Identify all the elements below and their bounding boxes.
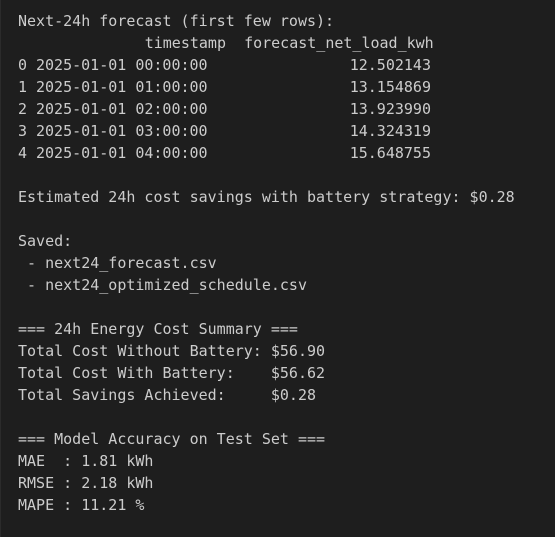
row-index: 3: [18, 122, 28, 140]
row-value: 14.324319: [349, 122, 431, 140]
table-row: 3 2025-01-01 03:00:00 14.324319: [18, 120, 555, 142]
accuracy-rmse: RMSE : 2.18 kWh: [18, 474, 154, 492]
cost-without-battery: Total Cost Without Battery: $56.90: [18, 342, 326, 360]
total-savings: Total Savings Achieved: $0.28: [18, 386, 317, 404]
row-index: 4: [18, 144, 28, 162]
saved-label: Saved:: [18, 232, 73, 250]
cost-with-battery: Total Cost With Battery: $56.62: [18, 364, 326, 382]
row-timestamp: 2025-01-01 04:00:00: [36, 144, 208, 162]
table-column-timestamp: timestamp: [144, 34, 226, 52]
table-column-spacer: [226, 32, 244, 54]
row-timestamp: 2025-01-01 03:00:00: [36, 122, 208, 140]
terminal-output: Next-24h forecast (first few rows): time…: [0, 0, 555, 537]
row-timestamp: 2025-01-01 01:00:00: [36, 78, 208, 96]
row-value: 13.923990: [349, 100, 431, 118]
table-row: 0 2025-01-01 00:00:00 12.502143: [18, 54, 555, 76]
table-row: 2 2025-01-01 02:00:00 13.923990: [18, 98, 555, 120]
accuracy-mae: MAE : 1.81 kWh: [18, 452, 154, 470]
table-column-forecast: forecast_net_load_kwh: [244, 34, 434, 52]
row-value: 13.154869: [349, 78, 431, 96]
table-row: 1 2025-01-01 01:00:00 13.154869: [18, 76, 555, 98]
row-index: 1: [18, 78, 28, 96]
saved-file-schedule: - next24_optimized_schedule.csv: [18, 276, 307, 294]
saved-file-forecast: - next24_forecast.csv: [18, 254, 217, 272]
accuracy-mape: MAPE : 11.21 %: [18, 496, 145, 514]
cost-summary-title: === 24h Energy Cost Summary ===: [18, 320, 298, 338]
accuracy-title: === Model Accuracy on Test Set ===: [18, 430, 326, 448]
table-row: 4 2025-01-01 04:00:00 15.648755: [18, 142, 555, 164]
row-value: 12.502143: [349, 56, 431, 74]
forecast-header: Next-24h forecast (first few rows):: [18, 12, 335, 30]
row-timestamp: 2025-01-01 00:00:00: [36, 56, 208, 74]
row-value: 15.648755: [349, 144, 431, 162]
row-index: 2: [18, 100, 28, 118]
row-index: 0: [18, 56, 28, 74]
estimated-savings-line: Estimated 24h cost savings with battery …: [18, 188, 515, 206]
table-header-row: timestamp forecast_net_load_kwh: [18, 32, 555, 54]
row-timestamp: 2025-01-01 02:00:00: [36, 100, 208, 118]
